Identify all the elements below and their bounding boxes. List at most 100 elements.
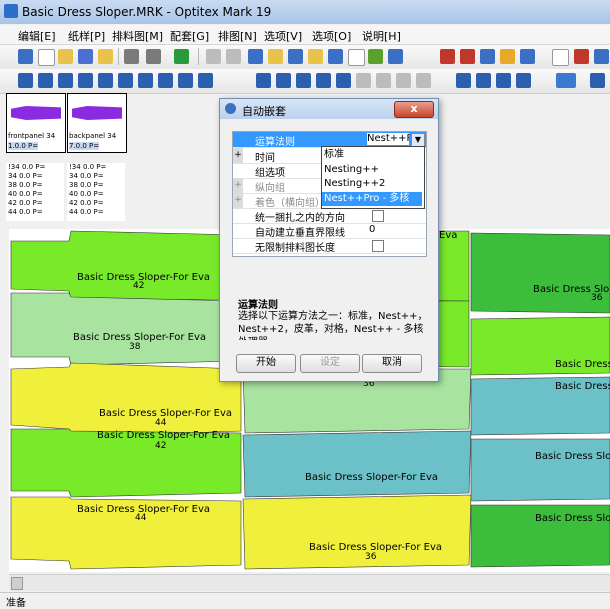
menu-help[interactable]: 说明[H] (362, 28, 401, 44)
thumbnail-name: frontpanel 34 (8, 132, 56, 140)
rotate-icon[interactable] (78, 73, 93, 88)
open-marker-icon[interactable] (308, 49, 323, 64)
prop-row-bundle-direction[interactable]: 统一捆扎之内的方向 (233, 208, 426, 224)
vertical-line-input[interactable]: 0 (369, 224, 375, 235)
export-marker-icon[interactable] (328, 49, 343, 64)
layout-icon[interactable] (594, 49, 609, 64)
open-folder-icon[interactable] (58, 49, 73, 64)
new-file-icon[interactable] (38, 49, 55, 66)
option-standard[interactable]: 标准 (322, 148, 422, 162)
expand-icon[interactable]: + (233, 178, 243, 193)
piece-right-4[interactable] (470, 438, 610, 502)
piece-teal-a[interactable] (242, 430, 472, 498)
down-arrow-icon[interactable] (376, 73, 391, 88)
prop-name: 统一捆扎之内的方向 (255, 213, 345, 224)
piece-label: Basic Dress Slop (535, 513, 610, 524)
dialog-title-bar[interactable]: 自动嵌套 x (220, 99, 438, 119)
unlimited-length-checkbox[interactable] (372, 240, 384, 252)
start-button[interactable]: 开始 (236, 354, 296, 373)
copy-icon[interactable] (296, 73, 311, 88)
algorithm-select[interactable]: Nest++Pr (367, 133, 409, 145)
pieces-icon[interactable] (288, 49, 303, 64)
align-icon[interactable] (118, 73, 133, 88)
prop-row-vertical-line[interactable]: 自动建立垂直界限线 0 (233, 223, 426, 239)
nest-icon[interactable] (198, 73, 213, 88)
redo-icon[interactable] (226, 49, 241, 64)
merge-icon[interactable] (476, 73, 491, 88)
folder-icon[interactable] (268, 49, 283, 64)
excel-icon[interactable] (174, 49, 189, 64)
print-icon[interactable] (124, 49, 139, 64)
bundle-icon[interactable] (138, 73, 153, 88)
size-row: 34 0.0 P= (8, 172, 43, 180)
lock-icon[interactable] (158, 73, 173, 88)
step-icon[interactable] (38, 73, 53, 88)
ruler-icon[interactable] (460, 49, 475, 64)
nav-icon[interactable] (590, 73, 605, 88)
scroll-left-icon[interactable] (11, 577, 23, 590)
split-icon[interactable] (456, 73, 471, 88)
flip-icon[interactable] (98, 73, 113, 88)
match-icon[interactable] (516, 73, 531, 88)
bottom-icon[interactable] (416, 73, 431, 88)
pencil-icon[interactable] (500, 49, 515, 64)
menu-layout[interactable]: 排图[N] (218, 28, 257, 44)
expand-icon[interactable]: + (233, 193, 243, 208)
chain-icon[interactable] (496, 73, 511, 88)
thumbnail-backpanel[interactable]: backpanel 34 7.0.0 P= (67, 93, 127, 153)
piece-42a[interactable] (10, 230, 240, 302)
save-icon[interactable] (78, 49, 93, 64)
thumbnail-frontpanel[interactable]: frontpanel 34 1.0.0 P= (6, 93, 66, 153)
arrow-icon[interactable] (336, 73, 351, 88)
menu-piece[interactable]: 纸样[P] (68, 28, 105, 44)
up-arrow-icon[interactable] (356, 73, 371, 88)
zoom-icon[interactable] (520, 49, 535, 64)
option-nesting-plus-2[interactable]: Nesting++2 (322, 177, 422, 191)
window-icon[interactable] (552, 49, 569, 66)
top-icon[interactable] (396, 73, 411, 88)
toolbar-separator (198, 48, 199, 65)
toolbar-separator (118, 48, 119, 65)
menu-options-v[interactable]: 选项[V] (264, 28, 302, 44)
size-row: 40 0.0 P= (69, 190, 104, 198)
menu-bundle[interactable]: 配套[G] (170, 28, 209, 44)
prop-row-unlimited-length[interactable]: 无限制排料图长度 (233, 238, 426, 254)
piece-38a[interactable] (10, 292, 240, 366)
piece-right-1[interactable] (470, 232, 610, 314)
piece-insert-icon[interactable] (248, 49, 263, 64)
option-nesting-plus[interactable]: Nesting++ (322, 163, 422, 177)
table-icon[interactable] (256, 73, 271, 88)
plot-icon[interactable] (146, 49, 161, 64)
info-icon[interactable] (348, 49, 365, 66)
option-nest-pro-multicore[interactable]: Nest++Pro - 多核 (322, 192, 422, 206)
close-button[interactable]: x (394, 101, 434, 118)
text-icon[interactable] (480, 49, 495, 64)
undo-icon[interactable] (206, 49, 221, 64)
bundle-direction-checkbox[interactable] (372, 210, 384, 222)
settings-button[interactable]: 设定 (300, 354, 360, 373)
size-row: 34 0.0 P= (69, 172, 104, 180)
piece-36b[interactable] (242, 494, 472, 570)
pointer-icon[interactable] (18, 49, 33, 64)
menu-options-o[interactable]: 选项[O] (312, 28, 351, 44)
move-icon[interactable] (58, 73, 73, 88)
play-icon[interactable] (18, 73, 33, 88)
clipboard-icon[interactable] (316, 73, 331, 88)
spread-icon[interactable] (556, 73, 576, 88)
stop-icon[interactable] (574, 49, 589, 64)
piece-44a[interactable] (10, 362, 242, 438)
recycle-icon[interactable] (368, 49, 383, 64)
menu-marker[interactable]: 排料图[M] (112, 28, 163, 44)
grid-icon[interactable] (388, 49, 403, 64)
measure-icon[interactable] (440, 49, 455, 64)
cancel-button[interactable]: 取消 (362, 354, 422, 373)
gap-icon[interactable] (178, 73, 193, 88)
export-icon[interactable] (98, 49, 113, 64)
menu-edit[interactable]: 编辑[E] (18, 28, 56, 44)
horizontal-scrollbar[interactable] (9, 574, 610, 591)
list-icon[interactable] (276, 73, 291, 88)
expand-icon[interactable]: + (233, 148, 243, 163)
menu-bar: 编辑[E] 纸样[P] 排料图[M] 配套[G] 排图[N] 选项[V] 选项[… (0, 25, 610, 45)
piece-size: 42 (155, 441, 167, 451)
chevron-down-icon[interactable]: ▼ (411, 133, 425, 147)
